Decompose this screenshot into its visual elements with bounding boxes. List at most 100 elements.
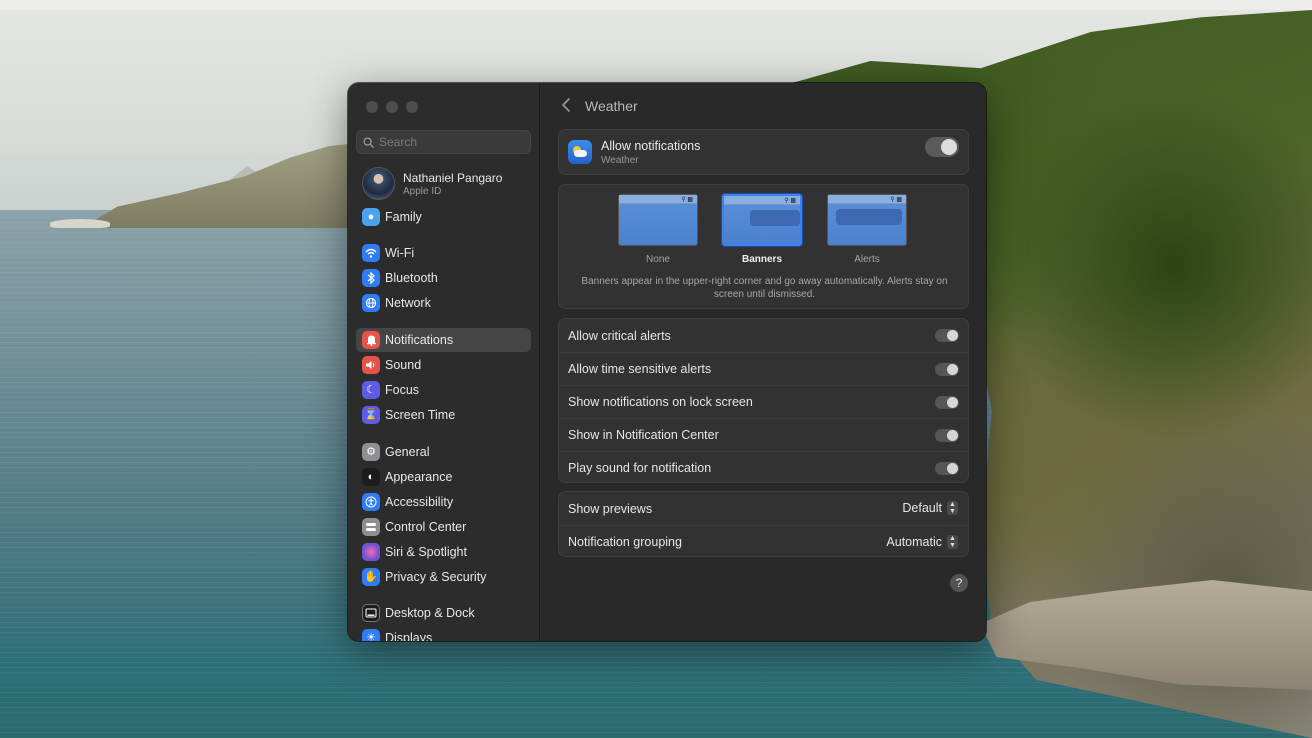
wallpaper-islet <box>50 219 110 228</box>
search-input[interactable] <box>379 135 519 149</box>
alert-style-alerts[interactable]: ⚲ ▩ Alerts <box>826 194 908 265</box>
content-pane: Weather Allow notifications Weather ⚲ ▩ … <box>541 83 986 641</box>
bluetooth-icon <box>362 269 380 287</box>
family-icon: ● <box>362 208 380 226</box>
sidebar-item-appearance[interactable]: ◐ Appearance <box>356 465 531 489</box>
option-row-critical-alerts: Allow critical alerts <box>559 319 968 352</box>
appearance-icon: ◐ <box>362 468 380 486</box>
sidebar-item-label: Appearance <box>385 470 453 484</box>
option-label: Play sound for notification <box>568 461 712 475</box>
minimize-window-button[interactable] <box>386 101 398 113</box>
sidebar-item-screen-time[interactable]: ⌛ Screen Time <box>356 403 531 427</box>
allow-notifications-label: Allow notifications <box>601 139 701 153</box>
sidebar-item-label: Bluetooth <box>385 271 438 285</box>
system-settings-window: Nathaniel Pangaro Apple ID ● Family Wi-F… <box>348 83 986 641</box>
sidebar-item-wifi[interactable]: Wi-Fi <box>356 241 531 265</box>
time-sensitive-toggle[interactable] <box>935 363 959 376</box>
sidebar-item-control-center[interactable]: Control Center <box>356 515 531 539</box>
sidebar-item-focus[interactable]: ☾ Focus <box>356 378 531 402</box>
sidebar-item-privacy-security[interactable]: ✋ Privacy & Security <box>356 565 531 589</box>
sidebar-item-label: Network <box>385 296 431 310</box>
alert-style-none[interactable]: ⚲ ▩ None <box>617 194 699 265</box>
hand-icon: ✋ <box>362 568 380 586</box>
sidebar-item-notifications[interactable]: Notifications <box>356 328 531 352</box>
sidebar-item-label: General <box>385 445 430 459</box>
preview-grouping-card: Show previews Default ▲ ▼ Notification gr… <box>558 491 969 557</box>
show-previews-select[interactable]: Default ▲ ▼ <box>902 501 958 515</box>
hourglass-icon: ⌛ <box>362 406 380 424</box>
sidebar-item-label: Focus <box>385 383 420 397</box>
sidebar-item-label: Desktop & Dock <box>385 606 475 620</box>
display-icon: ☀ <box>362 629 380 641</box>
speaker-icon <box>362 356 380 374</box>
notification-center-toggle[interactable] <box>935 429 959 442</box>
window-controls <box>366 101 418 113</box>
option-label: Show in Notification Center <box>568 428 719 442</box>
sidebar-item-label: Control Center <box>385 520 467 534</box>
globe-icon <box>362 294 380 312</box>
avatar <box>362 167 395 200</box>
play-sound-toggle[interactable] <box>935 462 959 475</box>
sidebar-item-label: Screen Time <box>385 408 456 422</box>
sidebar-item-label: Notifications <box>385 333 454 347</box>
apple-id-profile[interactable]: Nathaniel Pangaro Apple ID <box>362 167 502 200</box>
menu-bar[interactable] <box>0 0 1312 10</box>
search-field[interactable] <box>356 130 531 154</box>
bell-icon <box>362 331 380 349</box>
sidebar: Nathaniel Pangaro Apple ID ● Family Wi-F… <box>348 83 540 641</box>
accessibility-icon <box>362 493 380 511</box>
alert-style-description: Banners appear in the upper-right corner… <box>581 276 948 300</box>
control-center-icon <box>362 518 380 536</box>
close-window-button[interactable] <box>366 101 378 113</box>
siri-icon <box>362 543 380 561</box>
select-value: Default <box>902 501 942 515</box>
notification-grouping-select[interactable]: Automatic ▲ ▼ <box>886 535 958 549</box>
sidebar-item-label: Wi-Fi <box>385 246 415 260</box>
sidebar-item-network[interactable]: Network <box>356 291 531 315</box>
alert-style-banners[interactable]: ⚲ ▩ Banners <box>721 194 803 265</box>
updown-chevron-icon: ▲ ▼ <box>947 535 958 549</box>
alert-style-label: Banners <box>741 254 782 265</box>
sidebar-item-label: Family <box>385 210 422 224</box>
updown-chevron-icon: ▲ ▼ <box>947 501 958 515</box>
critical-alerts-toggle[interactable] <box>935 329 959 342</box>
chevron-left-icon[interactable] <box>559 97 575 113</box>
lock-screen-toggle[interactable] <box>935 396 959 409</box>
alert-style-label: Alerts <box>854 254 880 265</box>
sidebar-item-sound[interactable]: Sound <box>356 353 531 377</box>
profile-subtitle: Apple ID <box>403 185 442 197</box>
sidebar-item-label: Displays <box>385 631 433 641</box>
option-row-play-sound: Play sound for notification <box>559 451 968 484</box>
weather-icon <box>568 140 592 164</box>
option-label: Show previews <box>568 501 653 516</box>
profile-name: Nathaniel Pangaro <box>403 170 503 185</box>
alert-style-preview: ⚲ ▩ <box>722 194 802 246</box>
sidebar-item-displays[interactable]: ☀ Displays <box>356 626 531 641</box>
sidebar-item-label: Sound <box>385 358 422 372</box>
alert-style-card: ⚲ ▩ None ⚲ ▩ Banners ⚲ ▩ Alerts Banners … <box>558 184 969 309</box>
sidebar-item-general[interactable]: ⚙ General <box>356 440 531 464</box>
sidebar-item-label: Accessibility <box>385 495 454 509</box>
sidebar-item-accessibility[interactable]: Accessibility <box>356 490 531 514</box>
option-label: Show notifications on lock screen <box>568 395 753 409</box>
alert-style-label: None <box>646 254 670 265</box>
sidebar-item-desktop-dock[interactable]: Desktop & Dock <box>356 601 531 625</box>
option-row-time-sensitive: Allow time sensitive alerts <box>559 352 968 385</box>
option-row-show-previews: Show previews Default ▲ ▼ <box>559 492 968 525</box>
help-button[interactable]: ? <box>950 574 968 592</box>
dock-icon <box>362 604 380 622</box>
sidebar-item-label: Privacy & Security <box>385 570 487 584</box>
sidebar-item-label: Siri & Spotlight <box>385 545 467 559</box>
zoom-window-button[interactable] <box>406 101 418 113</box>
sidebar-item-bluetooth[interactable]: Bluetooth <box>356 266 531 290</box>
option-row-notification-grouping: Notification grouping Automatic ▲ ▼ <box>559 525 968 558</box>
search-icon <box>363 136 374 148</box>
select-value: Automatic <box>886 535 942 549</box>
option-label: Notification grouping <box>568 535 682 549</box>
notification-options-card: Allow critical alerts Allow time sensiti… <box>558 318 969 483</box>
sidebar-item-siri-spotlight[interactable]: Siri & Spotlight <box>356 540 531 564</box>
page-title: Weather <box>585 98 638 114</box>
option-label: Allow time sensitive alerts <box>568 362 712 376</box>
allow-notifications-toggle[interactable] <box>925 137 959 157</box>
sidebar-item-family[interactable]: ● Family <box>356 205 531 229</box>
